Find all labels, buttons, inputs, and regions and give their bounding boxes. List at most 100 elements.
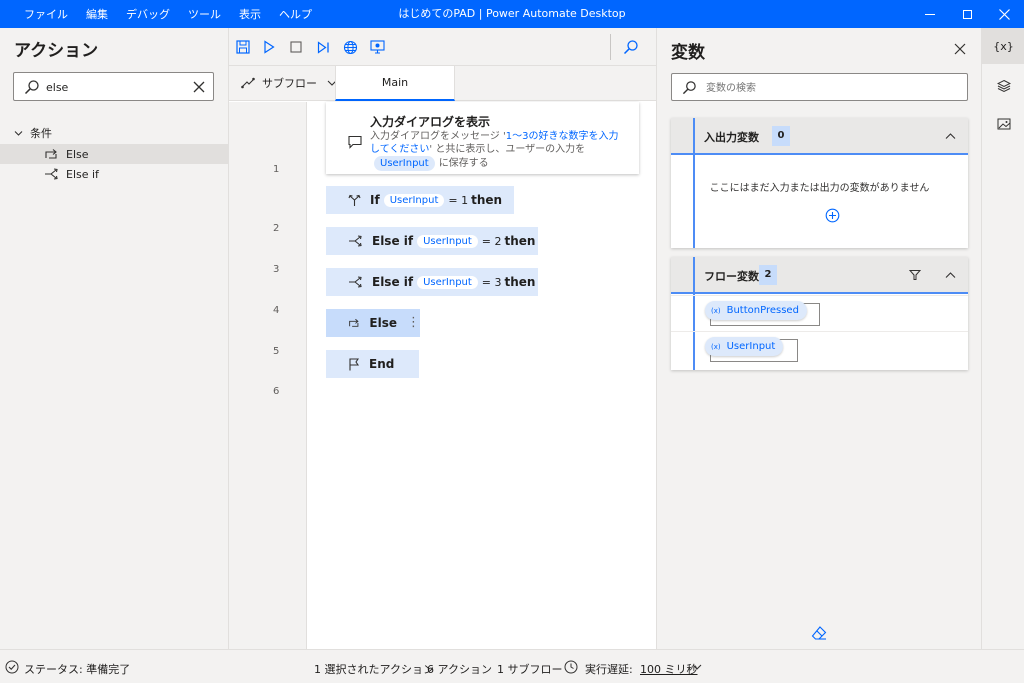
tab-main[interactable]: Main xyxy=(335,66,455,101)
search-icon xyxy=(623,40,638,55)
flow-variables-title: フロー変数 xyxy=(704,270,759,283)
io-variables-header[interactable]: 入出力変数 0 xyxy=(671,118,968,155)
line-number: 4 xyxy=(273,305,280,316)
search-icon xyxy=(24,80,39,95)
desc-text: に保存する xyxy=(438,158,489,169)
step-end[interactable]: End xyxy=(326,350,419,378)
menu-debug[interactable]: デバッグ xyxy=(126,6,170,22)
flow-designer: サブフロー Main 1 2 3 4 5 6 入力ダイアログを表示 入力ダイアロ… xyxy=(229,28,656,649)
else-if-icon xyxy=(349,276,362,288)
step-keyword: If xyxy=(370,193,380,207)
chevron-down-icon[interactable] xyxy=(692,664,702,671)
flow-variables-count: 2 xyxy=(759,265,777,285)
search-icon xyxy=(682,81,696,95)
subflow-label: サブフロー xyxy=(262,77,317,90)
step-then: then xyxy=(471,193,503,207)
step-then: then xyxy=(504,275,536,289)
line-number: 3 xyxy=(273,264,280,275)
action-item-else[interactable]: Else xyxy=(0,144,228,164)
chevron-up-icon[interactable] xyxy=(945,271,956,279)
variable-chip[interactable]: (x) UserInput xyxy=(705,337,784,356)
tree-category-conditions[interactable]: 条件 xyxy=(14,125,52,141)
chevron-down-icon xyxy=(14,130,23,136)
minimize-button[interactable] xyxy=(910,0,950,28)
layers-icon xyxy=(996,79,1011,93)
step-operator: = 3 xyxy=(481,275,502,289)
menu-tools[interactable]: ツール xyxy=(188,6,221,22)
actions-search-box xyxy=(13,72,214,101)
flow-variable-row[interactable]: (x) UserInput xyxy=(671,331,968,367)
designer-toolbar xyxy=(229,28,656,66)
save-button[interactable] xyxy=(234,38,252,56)
status-check-icon xyxy=(5,660,19,674)
section-accent-bar xyxy=(693,118,695,153)
run-next-action-button[interactable] xyxy=(314,38,332,56)
eraser-icon[interactable] xyxy=(811,625,827,641)
more-options-icon[interactable]: ⋮ xyxy=(407,316,420,329)
stop-button[interactable] xyxy=(287,38,305,56)
variable-tag: UserInput xyxy=(374,156,435,171)
menu-bar: ファイル 編集 デバッグ ツール 表示 ヘルプ xyxy=(24,0,330,28)
flow-variable-row[interactable]: (x) ButtonPressed xyxy=(671,295,968,331)
variables-pane-title: 変数 xyxy=(671,43,705,63)
subflow-icon xyxy=(241,77,255,89)
maximize-button[interactable] xyxy=(947,0,987,28)
flag-icon xyxy=(349,357,360,370)
actions-count: 6 アクション xyxy=(427,663,492,676)
close-window-button[interactable] xyxy=(984,0,1024,28)
desc-text: ' と共に表示し、ユーザーの入力を xyxy=(429,144,586,155)
io-variables-section: 入出力変数 0 ここにはまだ入力または出力の変数がありません xyxy=(671,118,968,248)
action-item-label: Else if xyxy=(66,167,99,181)
tree-category-label: 条件 xyxy=(30,127,52,140)
menu-help[interactable]: ヘルプ xyxy=(279,6,312,22)
action-item-else-if[interactable]: Else if xyxy=(0,164,228,184)
line-number: 6 xyxy=(273,386,280,397)
desktop-recorder-button[interactable] xyxy=(368,38,386,56)
image-icon xyxy=(997,118,1010,130)
actions-pane: アクション 条件 Else Else if xyxy=(0,28,229,649)
minimize-icon xyxy=(925,13,935,15)
status-text: ステータス: 準備完了 xyxy=(24,663,131,676)
else-icon xyxy=(45,149,57,159)
step-keyword: Else if xyxy=(372,275,414,289)
close-icon[interactable] xyxy=(954,43,966,55)
menu-edit[interactable]: 編集 xyxy=(86,6,108,22)
step-else-if[interactable]: Else if UserInput = 3 then xyxy=(326,268,538,296)
variables-rail-button[interactable]: {x} xyxy=(982,28,1024,64)
step-else-if[interactable]: Else if UserInput = 2 then xyxy=(326,227,538,255)
variables-search-input[interactable] xyxy=(706,79,946,97)
variable-chip[interactable]: (x) ButtonPressed xyxy=(705,301,807,320)
run-delay-value[interactable]: 100 ミリ秒 xyxy=(640,661,698,677)
filter-icon[interactable] xyxy=(909,269,921,281)
variables-icon: {x} xyxy=(993,39,1014,53)
menu-file[interactable]: ファイル xyxy=(24,6,68,22)
action-item-label: Else xyxy=(66,147,89,161)
web-recorder-button[interactable] xyxy=(341,38,359,56)
globe-icon xyxy=(343,40,357,54)
desc-text: 入力ダイアログをメッセージ ' xyxy=(370,131,506,142)
subflow-dropdown[interactable]: サブフロー xyxy=(241,75,344,91)
actions-search-input[interactable] xyxy=(46,78,186,96)
search-actions-button[interactable] xyxy=(622,38,640,56)
ui-elements-rail-button[interactable] xyxy=(982,68,1024,104)
side-rail: {x} xyxy=(981,28,1024,649)
io-variables-count: 0 xyxy=(772,126,790,146)
step-display-input-dialog[interactable]: 入力ダイアログを表示 入力ダイアログをメッセージ '1～3の好きな数字を入力して… xyxy=(326,102,639,174)
clear-search-icon[interactable] xyxy=(193,81,205,93)
variable-tag: UserInput xyxy=(417,234,478,248)
chevron-up-icon[interactable] xyxy=(945,132,956,140)
step-if[interactable]: If UserInput = 1 then xyxy=(326,186,514,214)
flow-variables-header[interactable]: フロー変数 2 xyxy=(671,257,968,294)
save-icon xyxy=(236,40,250,54)
else-if-icon xyxy=(45,168,58,180)
subflow-tabs: サブフロー Main xyxy=(229,66,656,101)
step-else[interactable]: Else ⋮ xyxy=(326,309,420,337)
menu-view[interactable]: 表示 xyxy=(239,6,261,22)
add-variable-icon[interactable] xyxy=(825,208,840,223)
images-rail-button[interactable] xyxy=(982,106,1024,142)
run-button[interactable] xyxy=(260,38,278,56)
step-icon xyxy=(317,40,329,54)
clock-icon xyxy=(564,660,578,674)
line-number: 2 xyxy=(273,223,280,234)
step-operator: = 2 xyxy=(481,234,502,248)
